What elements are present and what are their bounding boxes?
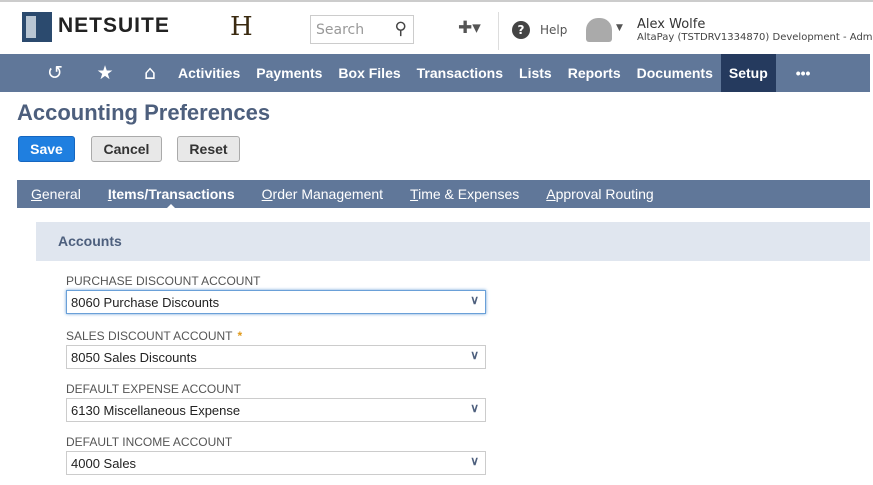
nav-reports[interactable]: Reports bbox=[560, 54, 629, 92]
help-icon[interactable]: ? bbox=[512, 21, 530, 39]
nav-activities[interactable]: Activities bbox=[170, 54, 248, 92]
save-button[interactable]: Save bbox=[18, 136, 75, 162]
purchase-discount-label: PURCHASE DISCOUNT ACCOUNT bbox=[66, 274, 261, 288]
tab-approval-routing[interactable]: Approval Routing bbox=[546, 186, 653, 202]
more-icon[interactable]: ••• bbox=[776, 54, 819, 92]
page-title: Accounting Preferences bbox=[17, 100, 271, 125]
help-link[interactable]: Help bbox=[540, 23, 567, 37]
recent-records-icon[interactable]: ↺ bbox=[30, 62, 80, 84]
user-account[interactable]: AltaPay (TSTDRV1334870) Development - Ad… bbox=[637, 32, 873, 43]
avatar[interactable] bbox=[586, 18, 612, 42]
nav-lists[interactable]: Lists bbox=[511, 54, 560, 92]
chevron-down-icon[interactable]: ▼ bbox=[616, 23, 623, 33]
global-search-input[interactable]: Search ⚲ bbox=[310, 15, 414, 44]
create-new-icon[interactable]: ✚▾ bbox=[458, 18, 481, 38]
cancel-button[interactable]: Cancel bbox=[91, 136, 162, 162]
required-marker: * bbox=[237, 329, 243, 343]
top-header: NETSUITE H Search ⚲ ✚▾ ? Help ▼ Alex Wolf… bbox=[0, 0, 873, 54]
user-name[interactable]: Alex Wolfe bbox=[637, 17, 705, 32]
default-expense-select[interactable]: 6130 Miscellaneous Expense ∨ bbox=[66, 398, 486, 422]
main-nav: ↺ ★ ⌂ Activities Payments Box Files Tran… bbox=[0, 54, 870, 92]
default-income-select[interactable]: 4000 Sales ∨ bbox=[66, 451, 486, 475]
nav-setup[interactable]: Setup bbox=[720, 54, 776, 92]
nav-documents[interactable]: Documents bbox=[629, 54, 721, 92]
search-placeholder: Search bbox=[316, 22, 365, 38]
chevron-down-icon[interactable]: ∨ bbox=[470, 348, 479, 362]
company-brand-logo: H bbox=[230, 12, 253, 42]
netsuite-logo-icon[interactable] bbox=[22, 12, 52, 42]
tab-items-transactions[interactable]: Items/Transactions bbox=[108, 186, 235, 210]
tab-order-management[interactable]: Order Management bbox=[262, 186, 383, 202]
search-icon[interactable]: ⚲ bbox=[395, 19, 407, 39]
purchase-discount-select[interactable]: 8060 Purchase Discounts ∨ bbox=[66, 290, 486, 314]
tab-time-expenses[interactable]: Time & Expenses bbox=[410, 186, 519, 202]
star-icon[interactable]: ★ bbox=[80, 62, 130, 84]
sales-discount-label: SALES DISCOUNT ACCOUNT * bbox=[66, 329, 243, 343]
nav-box-files[interactable]: Box Files bbox=[330, 54, 408, 92]
chevron-down-icon[interactable]: ∨ bbox=[470, 454, 479, 468]
nav-payments[interactable]: Payments bbox=[248, 54, 330, 92]
netsuite-logo[interactable]: NETSUITE bbox=[58, 14, 170, 38]
default-income-label: DEFAULT INCOME ACCOUNT bbox=[66, 435, 233, 449]
chevron-down-icon[interactable]: ∨ bbox=[470, 293, 479, 307]
default-expense-label: DEFAULT EXPENSE ACCOUNT bbox=[66, 382, 241, 396]
tab-general[interactable]: General bbox=[31, 186, 81, 202]
chevron-down-icon[interactable]: ∨ bbox=[470, 401, 479, 415]
reset-button[interactable]: Reset bbox=[177, 136, 240, 162]
sales-discount-select[interactable]: 8050 Sales Discounts ∨ bbox=[66, 345, 486, 369]
subtabs: General Items/Transactions Order Managem… bbox=[17, 180, 870, 210]
home-icon[interactable]: ⌂ bbox=[130, 62, 170, 84]
divider bbox=[498, 12, 499, 50]
section-header-accounts[interactable]: Accounts bbox=[36, 222, 870, 261]
nav-transactions[interactable]: Transactions bbox=[409, 54, 511, 92]
